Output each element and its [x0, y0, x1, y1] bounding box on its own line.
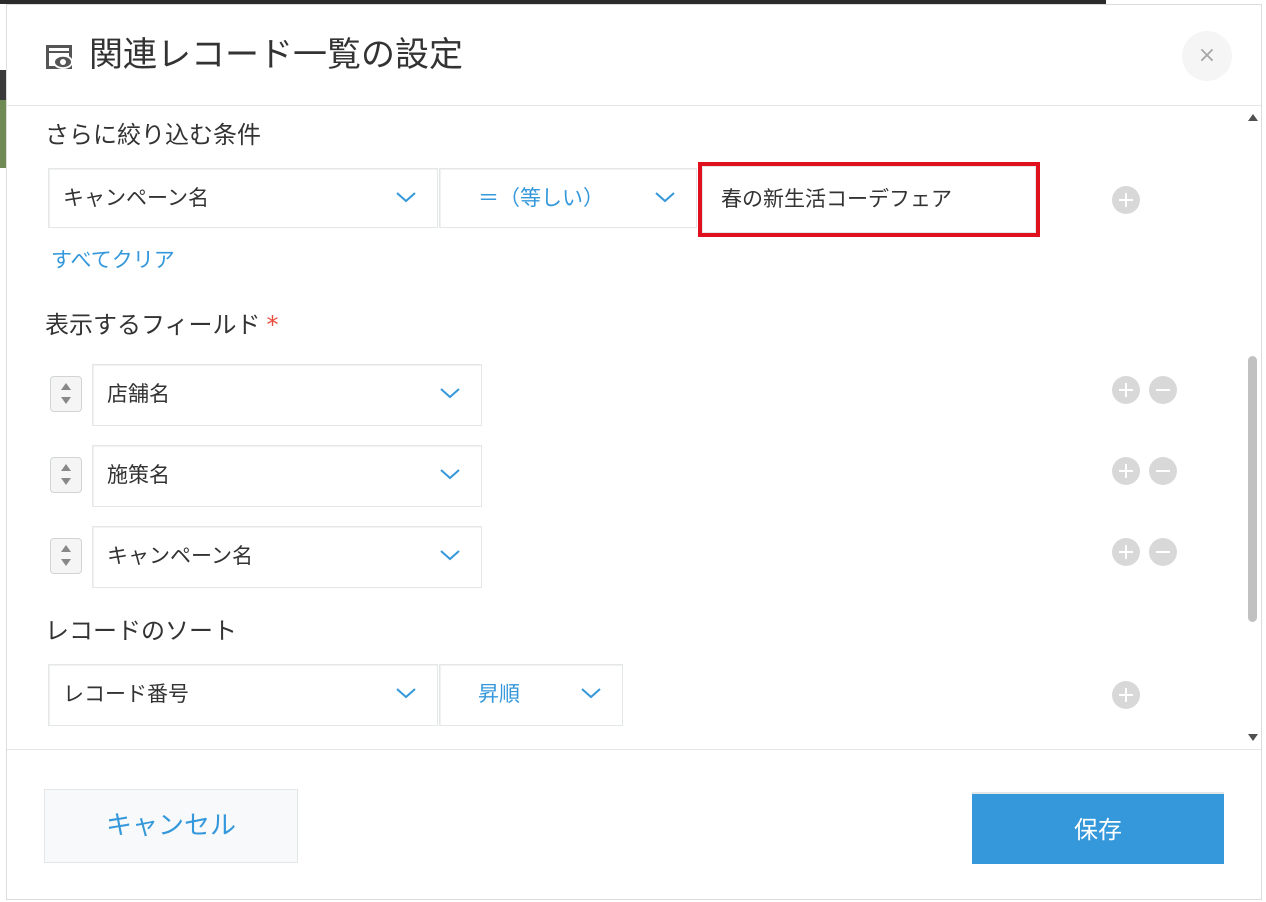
arrow-down-icon	[61, 397, 71, 404]
display-field-value: キャンペーン名	[107, 544, 253, 568]
display-fields-section-title: 表示するフィールド *	[45, 310, 279, 340]
close-icon: ×	[1197, 43, 1217, 68]
sort-field-value: レコード番号	[63, 682, 189, 706]
sort-order-select[interactable]: 昇順	[439, 664, 623, 726]
scroll-down-icon[interactable]	[1248, 734, 1258, 741]
add-filter-button[interactable]	[1112, 186, 1140, 214]
display-field-value: 店舗名	[107, 382, 170, 406]
required-mark: *	[266, 311, 279, 339]
sort-section-title: レコードのソート	[45, 617, 237, 645]
filter-operator-select[interactable]: ＝（等しい）	[439, 168, 697, 228]
remove-field-button[interactable]	[1149, 538, 1177, 566]
drag-handle[interactable]	[50, 457, 82, 493]
filter-field-select[interactable]: キャンペーン名	[48, 168, 438, 228]
add-field-button[interactable]	[1112, 376, 1140, 404]
remove-field-button[interactable]	[1149, 376, 1177, 404]
scroll-up-icon[interactable]	[1248, 114, 1258, 121]
settings-dialog: 関連レコード一覧の設定 × さらに絞り込む条件 キャンペーン名 ＝（等しい） 春…	[6, 4, 1262, 900]
filter-field-value: キャンペーン名	[63, 186, 209, 210]
remove-field-button[interactable]	[1149, 457, 1177, 485]
arrow-up-icon	[61, 545, 71, 552]
dialog-header: 関連レコード一覧の設定 ×	[7, 5, 1261, 106]
add-sort-button[interactable]	[1112, 681, 1140, 709]
chevron-down-icon	[440, 469, 460, 480]
arrow-down-icon	[61, 478, 71, 485]
clear-all-link[interactable]: すべてクリア	[51, 246, 175, 274]
drag-handle[interactable]	[50, 376, 82, 412]
sort-field-select[interactable]: レコード番号	[48, 664, 438, 726]
chevron-down-icon	[655, 192, 675, 203]
display-fields-title: 表示するフィールド	[45, 311, 261, 339]
record-view-icon	[46, 45, 73, 69]
cancel-button[interactable]: キャンセル	[44, 789, 298, 863]
add-field-button[interactable]	[1112, 457, 1140, 485]
chevron-down-icon	[396, 688, 416, 699]
close-button[interactable]: ×	[1182, 31, 1232, 81]
scrollbar-thumb[interactable]	[1248, 356, 1257, 622]
display-field-select[interactable]: キャンペーン名	[92, 526, 482, 588]
arrow-up-icon	[61, 383, 71, 390]
arrow-up-icon	[61, 464, 71, 471]
filter-condition-input[interactable]: 春の新生活コーデフェア	[702, 166, 1036, 233]
dialog-title: 関連レコード一覧の設定	[89, 35, 463, 75]
filter-section-title: さらに絞り込む条件	[45, 121, 261, 149]
add-field-button[interactable]	[1112, 538, 1140, 566]
vertical-scrollbar[interactable]	[1244, 106, 1261, 749]
save-button[interactable]: 保存	[972, 792, 1224, 864]
chevron-down-icon	[396, 192, 416, 203]
chevron-down-icon	[440, 388, 460, 399]
filter-operator-value: ＝（等しい）	[478, 186, 604, 210]
arrow-down-icon	[61, 559, 71, 566]
chevron-down-icon	[581, 688, 601, 699]
chevron-down-icon	[440, 550, 460, 561]
dialog-body: さらに絞り込む条件 キャンペーン名 ＝（等しい） 春の新生活コーデフェア すべて…	[7, 106, 1261, 749]
dialog-footer: キャンセル 保存	[7, 749, 1261, 900]
display-field-select[interactable]: 施策名	[92, 445, 482, 507]
display-field-select[interactable]: 店舗名	[92, 364, 482, 426]
sort-order-value: 昇順	[478, 682, 520, 706]
filter-condition-value: 春の新生活コーデフェア	[721, 187, 952, 211]
drag-handle[interactable]	[50, 538, 82, 574]
display-field-value: 施策名	[107, 463, 170, 487]
